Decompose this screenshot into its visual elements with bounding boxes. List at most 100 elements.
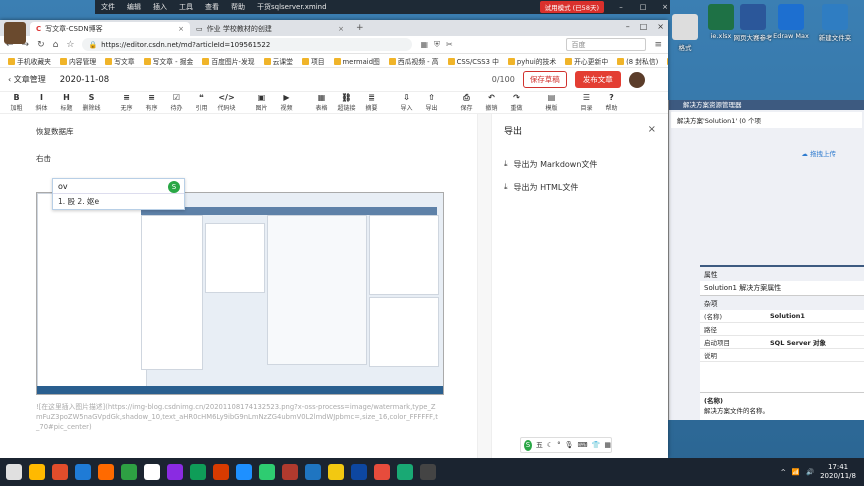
upload-button[interactable]: ☁ 拖拽上传 [801,148,836,158]
taskbar-app-icon[interactable] [190,464,206,480]
menu-tools[interactable]: 工具 [179,2,193,12]
publish-button[interactable]: 发布文章 [574,71,621,88]
taskbar-app-icon[interactable] [328,464,344,480]
toolbar-12-button[interactable]: ⛓ 超链接 [334,93,359,112]
toolbar-5-button[interactable]: ≡ 有序 [139,93,164,112]
toolbar-20-button[interactable]: ☰ 目录 [574,93,599,112]
toolbar-8-button[interactable]: </> 代码块 [214,93,239,112]
start-icon[interactable] [6,464,22,480]
bookmark-item[interactable]: 写文章 [105,56,134,66]
export-html-item[interactable]: ⤓ 导出为 HTML文件 [504,182,656,193]
export-markdown-item[interactable]: ⤓ 导出为 Markdown文件 [504,159,656,170]
url-input[interactable]: 🔒 https://editor.csdn.net/md?articleId=1… [82,38,413,51]
star-icon[interactable]: ☆ [66,40,74,50]
property-row[interactable]: 路径 [700,322,864,336]
shield-icon[interactable]: ⛨ [434,40,440,50]
toolbar-17-button[interactable]: ↶ 撤销 [479,93,504,112]
close-tab-icon[interactable]: × [338,25,344,33]
bookmark-item[interactable]: 项目 [302,56,325,66]
grid-icon[interactable]: ▦ [420,40,428,50]
taskbar-app-icon[interactable] [75,464,91,480]
toolbar-11-button[interactable]: ▦ 表格 [309,93,334,112]
close-icon[interactable]: × [648,124,656,137]
toolbar-21-button[interactable]: ? 帮助 [599,93,624,112]
tray-arrow-icon[interactable]: ^ [780,468,785,476]
markdown-pane[interactable]: 恢复数据库 右击 ov 1. 殴 2. 妪e S ![在这里插入图片描述](ht… [0,114,478,458]
solution-node[interactable]: 解决方案'Solution1' (0 个项 [671,112,862,128]
bookmark-item[interactable]: 手机收藏夹 [8,56,51,66]
toolbar-9-button[interactable]: ▣ 图片 [249,93,274,112]
clock[interactable]: 17:41 2020/11/8 [820,463,856,481]
close-icon[interactable]: × [660,3,670,11]
menu-view[interactable]: 查看 [205,2,219,12]
toolbar-2-button[interactable]: H 标题 [54,93,79,112]
volume-icon[interactable]: 🔊 [806,468,814,476]
bookmark-item[interactable]: mermaid图 [334,56,380,66]
moon-icon[interactable]: ☾ [547,441,553,449]
new-tab-icon[interactable]: + [356,23,364,33]
property-value[interactable]: SQL Server 对象 [766,335,864,349]
bookmark-item[interactable]: 内容管理 [60,56,96,66]
trial-badge[interactable]: 试用模式 (已58天) [539,1,604,13]
taskbar-app-icon[interactable] [167,464,183,480]
property-value[interactable] [766,348,864,362]
taskbar-app-icon[interactable] [420,464,436,480]
bookmark-item[interactable]: 写文章 - 掘金 [144,56,194,66]
taskbar-app-icon[interactable] [259,464,275,480]
toolbar-4-button[interactable]: ≡ 无序 [114,93,139,112]
bookmark-item[interactable]: CSS/CSS3 中 [448,56,499,66]
toolbar-10-button[interactable]: ▶ 视频 [274,93,299,112]
taskbar-app-icon[interactable] [351,464,367,480]
sogou-icon[interactable]: S [524,439,532,451]
bookmark-item[interactable]: 开心更新中 [565,56,608,66]
taskbar-app-icon[interactable] [144,464,160,480]
menu-edit[interactable]: 编辑 [127,2,141,12]
user-avatar[interactable] [628,71,645,88]
taskbar-app-icon[interactable] [397,464,413,480]
minimize-icon[interactable]: – [616,3,626,11]
toolbar-14-button[interactable]: ⇩ 导入 [394,93,419,112]
taskbar-app-icon[interactable] [52,464,68,480]
property-value[interactable]: Solution1 [766,310,864,323]
article-title-input[interactable]: 2020-11-08 [54,72,484,88]
properties-subject[interactable]: Solution1 解决方案属性 [700,281,864,296]
taskbar-app-icon[interactable] [98,464,114,480]
desktop-icon-folder[interactable]: 新建文件夹 [812,4,858,42]
property-row[interactable]: (名称) Solution1 [700,310,864,323]
taskbar-app-icon[interactable] [213,464,229,480]
bookmark-item[interactable]: 云课堂 [264,56,293,66]
minimize-icon[interactable]: – [626,22,630,31]
close-icon[interactable]: × [657,22,664,31]
menu-file[interactable]: 文件 [101,2,115,12]
property-row[interactable]: 说明 [700,348,864,362]
toolbar-15-button[interactable]: ⇧ 导出 [419,93,444,112]
toolbar-1-button[interactable]: I 斜体 [29,93,54,112]
taskbar-app-icon[interactable] [236,464,252,480]
shirt-icon[interactable]: 👕 [592,441,601,449]
toolbox-icon[interactable]: ▦ [604,441,611,449]
toolbar-0-button[interactable]: B 加粗 [4,93,29,112]
tab-homework[interactable]: ▭ 作业 学校教材的创建 × [190,22,350,36]
network-icon[interactable]: 📶 [792,468,800,476]
property-value[interactable] [766,322,864,336]
toolbar-3-button[interactable]: S 删除线 [79,93,104,112]
input-mode-icon[interactable]: 五 [536,440,543,450]
reload-icon[interactable]: ↻ [37,40,45,50]
maximize-icon[interactable]: □ [640,22,648,31]
maximize-icon[interactable]: □ [638,3,648,11]
taskbar-app-icon[interactable] [282,464,298,480]
mic-icon[interactable]: 🎙 [565,441,574,449]
toolbar-19-button[interactable]: ▤ 模版 [539,93,564,112]
tab-csdn-editor[interactable]: C 写文章-CSDN博客 × [30,22,190,36]
close-tab-icon[interactable]: × [178,25,184,33]
toolbar-6-button[interactable]: ☑ 待办 [164,93,189,112]
toolbar-16-button[interactable]: ⎙ 保存 [454,93,479,112]
ime-candidates[interactable]: 1. 殴 2. 妪e [53,194,184,209]
property-row[interactable]: 启动项目 SQL Server 对象 [700,335,864,349]
avatar[interactable] [4,22,26,44]
back-to-manage-link[interactable]: ‹ 文章管理 [8,74,46,85]
search-input[interactable]: 百度 [566,38,647,51]
menu-insert[interactable]: 插入 [153,2,167,12]
menu-help[interactable]: 帮助 [231,2,245,12]
taskbar-app-icon[interactable] [121,464,137,480]
